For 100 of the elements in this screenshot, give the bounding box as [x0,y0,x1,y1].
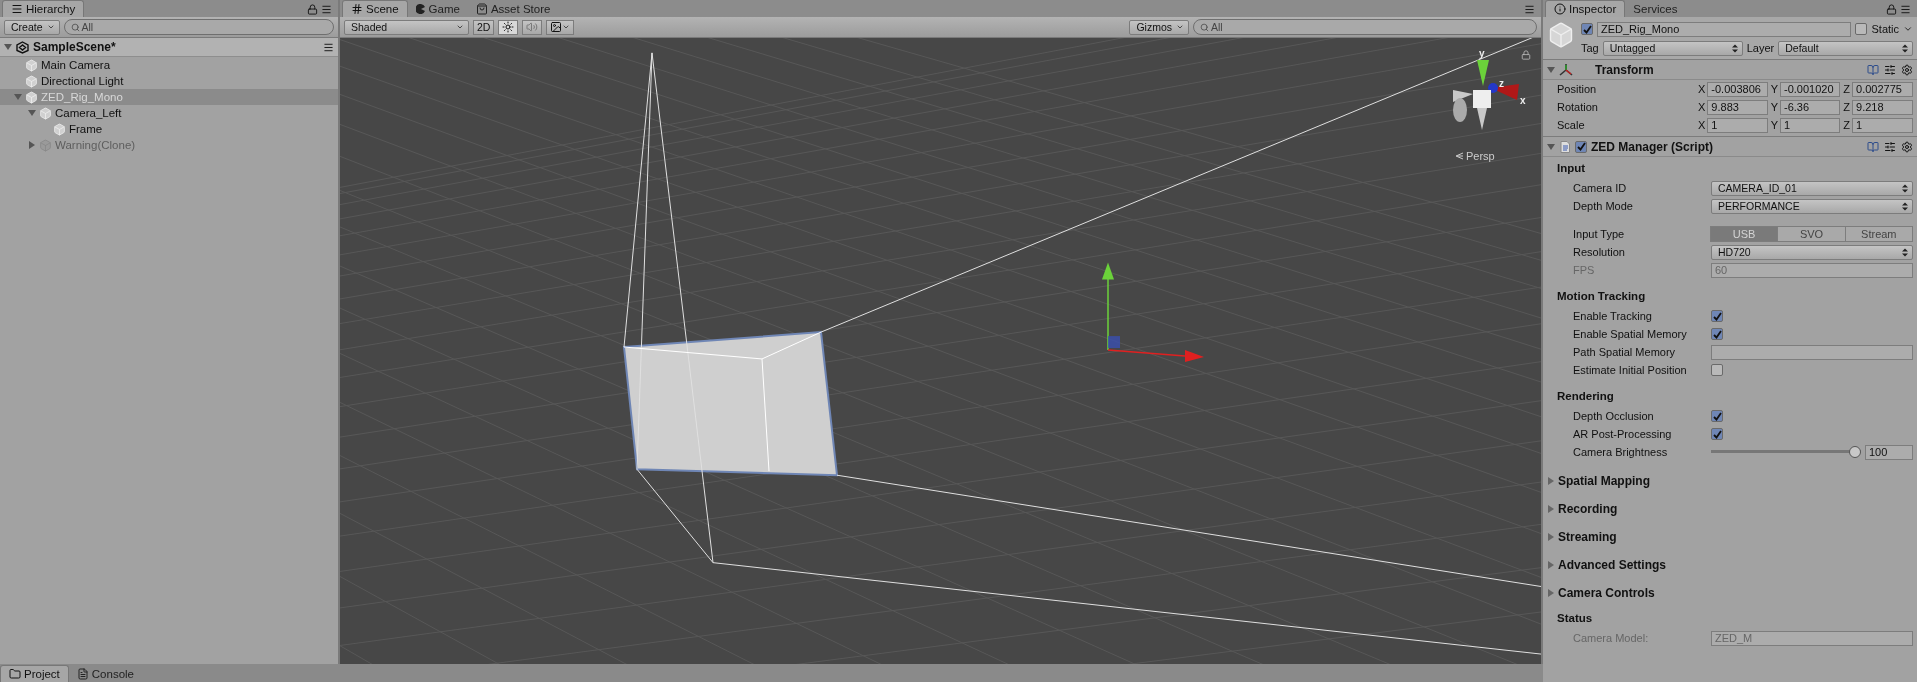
foldout-header[interactable]: Streaming [1543,523,1917,551]
hierarchy-row[interactable]: Main Camera [0,57,338,73]
active-checkbox[interactable] [1581,23,1593,35]
effects-dropdown[interactable] [546,19,575,35]
checkbox[interactable] [1711,410,1723,422]
panel-tab[interactable]: Services [1625,1,1686,17]
script-file-icon [1559,140,1571,153]
hierarchy-row[interactable]: Directional Light [0,73,338,89]
expand-caret-icon[interactable] [1547,142,1555,151]
expand-caret-icon[interactable] [28,109,36,117]
number-field[interactable]: -0.001020 [1780,81,1841,97]
sun-icon [502,21,515,33]
property-field: ZED_M [1711,630,1913,646]
cube-icon [39,138,52,152]
lock-icon[interactable] [1886,3,1897,15]
sliders-icon[interactable] [1884,63,1896,76]
tag-label: Tag [1581,42,1599,54]
search-field[interactable]: All [1193,19,1537,35]
layer-dropdown[interactable]: Default [1778,40,1913,56]
property-dropdown[interactable]: CAMERA_ID_01 [1711,180,1913,196]
hierarchy-row[interactable]: Camera_Left [0,105,338,121]
number-field[interactable]: 1 [1852,117,1913,133]
number-field[interactable]: 0.002775 [1852,81,1913,97]
foldout-header[interactable]: Camera Controls [1543,579,1917,607]
object-name-field[interactable]: ZED_Rig_Mono [1597,21,1852,37]
number-field[interactable]: 9.218 [1852,99,1913,115]
expand-caret-icon[interactable] [1547,505,1555,513]
panel-tab[interactable]: Asset Store [467,1,559,17]
property-label: Depth Mode [1573,200,1634,212]
expand-caret-icon[interactable] [1547,561,1555,569]
panel-tab[interactable]: Project [0,665,69,682]
stepper-arrows-icon [1731,43,1738,53]
checkbox[interactable] [1711,428,1723,440]
foldout-header[interactable]: Spatial Mapping [1543,467,1917,495]
shading-dropdown[interactable]: Shaded [344,19,469,35]
settings-icon[interactable] [1901,63,1913,76]
panel-tab[interactable]: Inspector [1545,0,1626,17]
section-heading: Input [1556,161,1587,176]
menu-icon[interactable] [323,41,334,53]
cube-icon [39,106,52,120]
toolbar-toggle[interactable] [498,19,519,35]
caret-icon [1176,23,1184,31]
number-field[interactable]: 1 [1780,117,1841,133]
static-checkbox[interactable] [1855,23,1868,35]
object-name: Warning(Clone) [55,139,136,151]
foldout-header[interactable]: Recording [1543,495,1917,523]
number-field[interactable]: -6.36 [1780,99,1841,115]
number-field[interactable]: 100 [1865,444,1913,460]
panel-tab[interactable]: Console [68,666,142,682]
property-dropdown[interactable]: PERFORMANCE [1711,198,1913,214]
menu-icon[interactable] [1524,3,1535,15]
number-field[interactable]: 9.883 [1707,99,1768,115]
scene-name: SampleScene* [33,40,116,54]
panel-tab[interactable]: Scene [342,0,408,17]
expand-caret-icon[interactable] [14,93,22,101]
settings-icon[interactable] [1901,140,1913,153]
toolbar-toggle[interactable] [522,19,543,35]
folder-icon [9,668,21,680]
property-label: Scale [1557,119,1586,131]
segment-button[interactable]: Stream [1844,226,1913,242]
expand-caret-icon[interactable] [1547,65,1555,74]
create-dropdown[interactable]: Create [4,19,60,35]
expand-caret-icon[interactable] [1547,589,1555,597]
cube-icon [25,90,38,104]
sliders-icon[interactable] [1884,140,1896,153]
lock-icon[interactable] [307,3,318,15]
checkbox[interactable] [1711,310,1723,322]
checkbox[interactable] [1711,328,1723,340]
search-field[interactable]: All [63,19,334,35]
panel-tab[interactable]: Game [407,1,468,17]
expand-caret-icon[interactable] [1547,477,1555,485]
axis-label: z [1499,78,1504,89]
expand-caret-icon[interactable] [1547,533,1555,541]
slider-thumb[interactable] [1849,446,1861,458]
projection-label[interactable]: Persp [1466,150,1495,162]
expand-caret-icon[interactable] [4,43,12,51]
object-name: Main Camera [41,59,111,71]
help-icon[interactable] [1867,63,1879,76]
property-dropdown[interactable]: HD720 [1711,244,1913,260]
axis-label: X [1698,101,1706,113]
property-label: Enable Tracking [1573,310,1653,322]
toggle-2d-button[interactable]: 2D [473,19,495,35]
menu-icon[interactable] [321,3,332,15]
property-label: Camera ID [1573,182,1628,194]
game-icon [415,4,426,14]
foldout-header[interactable]: Advanced Settings [1543,551,1917,579]
gizmos-dropdown[interactable]: Gizmos [1129,19,1189,35]
property-field[interactable] [1711,344,1913,360]
segment-button[interactable]: SVO [1777,226,1846,242]
tag-dropdown[interactable]: Untagged [1602,40,1743,56]
enable-checkbox[interactable] [1575,140,1587,153]
panel-tab[interactable]: Hierarchy [2,0,85,17]
lock-icon[interactable] [1521,50,1531,60]
caret-icon[interactable] [1903,24,1913,34]
help-icon[interactable] [1867,140,1879,153]
checkbox[interactable] [1711,364,1723,376]
hierarchy-row[interactable]: Frame [0,121,338,137]
number-field[interactable]: 1 [1707,117,1768,133]
number-field[interactable]: -0.003806 [1707,81,1768,97]
menu-icon[interactable] [1900,3,1911,15]
